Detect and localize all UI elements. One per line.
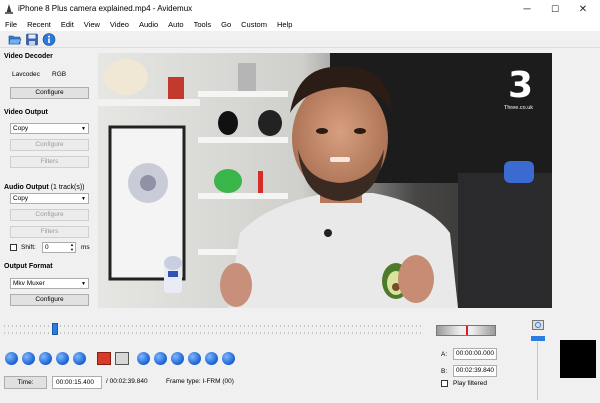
next-cut-icon[interactable]	[222, 352, 235, 365]
shift-value: 0	[45, 244, 49, 251]
settings-panel: Video Decoder Lavcodec RGB Configure Vid…	[0, 48, 97, 313]
chevron-down-icon: ▼	[81, 281, 86, 287]
shift-unit: ms	[81, 244, 90, 251]
previous-black-frame-icon[interactable]	[137, 352, 150, 365]
close-button[interactable]: ✕	[569, 0, 597, 18]
menu-tools[interactable]: Tools	[189, 18, 217, 31]
video-output-select[interactable]: Copy ▼	[10, 123, 89, 134]
video-configure-button[interactable]: Configure	[10, 139, 89, 151]
zoom-icon	[535, 322, 541, 328]
total-time-label: / 00:02:39.840	[106, 378, 148, 385]
menu-help[interactable]: Help	[272, 18, 297, 31]
previous-frame-icon[interactable]	[22, 352, 35, 365]
window-title: iPhone 8 Plus camera explained.mp4 - Avi…	[18, 4, 193, 13]
marker-b-field[interactable]: 00:02:39.840	[453, 365, 497, 377]
play-filtered-label: Play filtered	[453, 380, 487, 387]
menu-audio[interactable]: Audio	[134, 18, 163, 31]
audio-output-select[interactable]: Copy ▼	[10, 193, 89, 204]
maximize-icon: ☐	[550, 3, 560, 14]
current-time-field[interactable]: 00:00:15.400	[52, 376, 102, 389]
chevron-down-icon: ▼	[81, 196, 86, 202]
zoom-handle[interactable]	[531, 336, 545, 341]
decoder-codec-label: Lavcodec	[12, 71, 40, 78]
menu-video[interactable]: Video	[105, 18, 134, 31]
last-frame-icon[interactable]	[188, 352, 201, 365]
frame-type-label: Frame type: I-FRM (00)	[166, 378, 234, 385]
volume-marker	[466, 326, 468, 335]
play-filtered-checkbox[interactable]	[441, 380, 448, 387]
minimize-icon: ─	[523, 3, 531, 15]
next-frame-icon[interactable]	[39, 352, 52, 365]
back-one-second-icon[interactable]	[56, 352, 69, 365]
timeline-slider[interactable]	[4, 324, 422, 335]
menu-auto[interactable]: Auto	[163, 18, 188, 31]
menu-view[interactable]: View	[79, 18, 105, 31]
audio-output-selected: Copy	[13, 195, 29, 202]
preview-thumbnail	[560, 340, 596, 378]
output-format-selected: Mkv Muxer	[13, 280, 45, 287]
three-logo-icon: 3	[508, 65, 533, 106]
menu-custom[interactable]: Custom	[236, 18, 272, 31]
maximize-button[interactable]: ☐	[541, 0, 569, 18]
toolbar	[0, 31, 600, 48]
audio-filters-button[interactable]: Filters	[10, 226, 89, 238]
output-format-title: Output Format	[4, 263, 53, 270]
first-frame-icon[interactable]	[171, 352, 184, 365]
menu-recent[interactable]: Recent	[22, 18, 56, 31]
chevron-down-icon: ▼	[81, 126, 86, 132]
video-decoder-title: Video Decoder	[4, 53, 53, 60]
marker-a-label: A:	[441, 351, 448, 358]
spin-arrows-icon: ▲ ▼	[70, 242, 74, 252]
video-preview: 3 Three.co.uk	[98, 53, 552, 308]
menu-file[interactable]: File	[0, 18, 22, 31]
zoom-track[interactable]	[537, 342, 538, 400]
volume-meter[interactable]	[436, 325, 496, 336]
menu-go[interactable]: Go	[216, 18, 236, 31]
forward-one-second-icon[interactable]	[73, 352, 86, 365]
video-output-title: Video Output	[4, 109, 48, 116]
minimize-button[interactable]: ─	[513, 0, 541, 18]
shift-checkbox[interactable]	[10, 244, 17, 251]
set-marker-a-icon[interactable]	[97, 352, 111, 365]
time-button[interactable]: Time:	[4, 376, 47, 389]
timeline-handle[interactable]	[52, 323, 58, 335]
save-disk-icon[interactable]	[25, 33, 39, 46]
close-icon: ✕	[578, 3, 588, 15]
output-format-select[interactable]: Mkv Muxer ▼	[10, 278, 89, 289]
video-frame-image: 3	[98, 53, 552, 308]
audio-output-title: Audio Output (1 track(s))	[4, 184, 85, 191]
shift-label: Shift:	[21, 244, 36, 251]
decoder-configure-button[interactable]: Configure	[10, 87, 89, 99]
zoom-reset-button[interactable]	[532, 320, 544, 330]
previous-cut-icon[interactable]	[205, 352, 218, 365]
watermark-text: Three.co.uk	[504, 105, 534, 111]
shift-spinbox[interactable]: 0 ▲ ▼	[42, 242, 76, 253]
audio-configure-button[interactable]: Configure	[10, 209, 89, 221]
video-output-selected: Copy	[13, 125, 29, 132]
marker-b-label: B:	[441, 368, 448, 375]
timeline-ticks	[4, 325, 422, 334]
set-marker-b-icon[interactable]	[115, 352, 129, 365]
play-icon[interactable]	[5, 352, 18, 365]
next-black-frame-icon[interactable]	[154, 352, 167, 365]
menu-edit[interactable]: Edit	[56, 18, 79, 31]
open-folder-icon[interactable]	[8, 33, 22, 46]
info-icon[interactable]	[42, 33, 56, 46]
marker-a-field[interactable]: 00:00:00.000	[453, 348, 497, 360]
audio-track-count: (1 track(s))	[50, 184, 85, 191]
format-configure-button[interactable]: Configure	[10, 294, 89, 306]
menu-bar: File Recent Edit View Video Audio Auto T…	[0, 18, 600, 31]
title-bar: iPhone 8 Plus camera explained.mp4 - Avi…	[0, 0, 600, 18]
avidemux-app-icon	[5, 4, 13, 14]
decoder-format-label: RGB	[52, 71, 67, 78]
video-filters-button[interactable]: Filters	[10, 156, 89, 168]
